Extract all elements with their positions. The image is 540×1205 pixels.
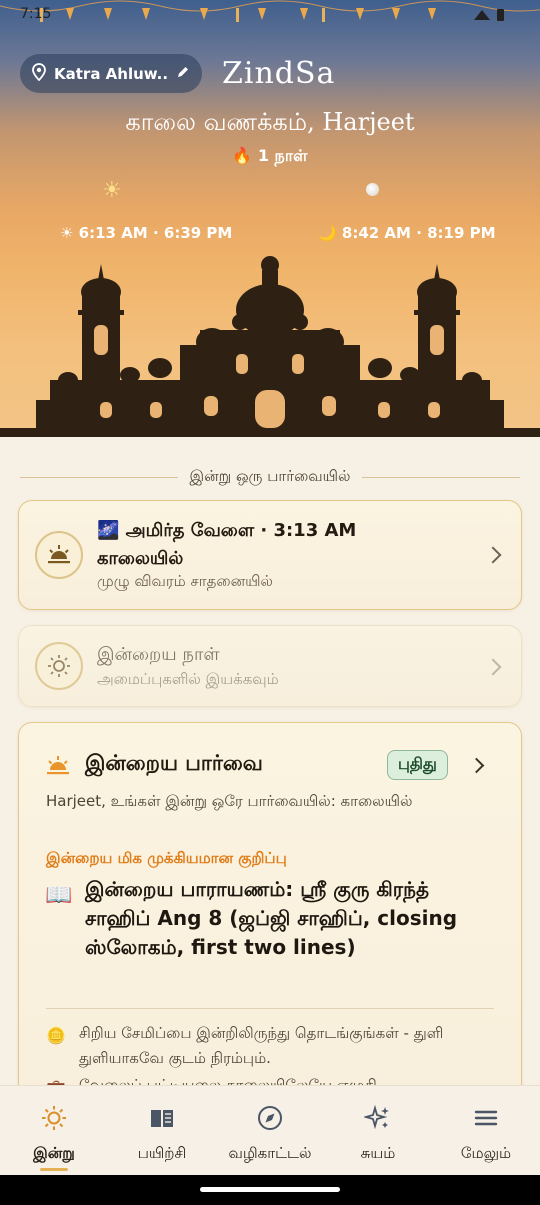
amrit-vela-title: 🌌 அமிர்த வேளை · 3:13 AM காலையில்: [97, 520, 357, 569]
nav-label: பயிற்சி: [137, 1144, 187, 1162]
settings-sun-icon: [35, 642, 83, 690]
section-heading-text: இன்று ஒரு பார்வையில்: [189, 467, 351, 485]
home-handle[interactable]: [200, 1187, 340, 1192]
bottom-navigation: இன்று பயிற்சி வழிகாட்டல் சுயம் மேலும்: [0, 1085, 540, 1175]
battery-icon: [472, 8, 506, 26]
coin-icon: 🪙: [46, 1026, 66, 1045]
sunrise-sunset-times: ☀ 6:13 AM · 6:39 PM: [60, 224, 233, 242]
sun-icon: ☀: [102, 178, 122, 203]
amrit-vela-card[interactable]: 🌌 அமிர்த வேளை · 3:13 AM காலையில் முழு வி…: [18, 500, 522, 610]
nav-item-guidance[interactable]: வழிகாட்டல்: [216, 1086, 324, 1176]
divider: [20, 476, 178, 478]
moonrise-moonset-times: 🌙 8:42 AM · 8:19 PM: [318, 224, 496, 242]
nav-item-more[interactable]: மேலும்: [432, 1086, 540, 1176]
today-overview-card[interactable]: இன்றைய பார்வை புதிது Harjeet, உங்கள் இன்…: [18, 722, 522, 1122]
nav-label: இன்று: [33, 1144, 75, 1162]
highlight-text: இன்றைய பாராயணம்: ஸ்ரீ குரு கிரந்த் சாஹிப…: [85, 877, 458, 959]
highlight-label: இன்றைய மிக முக்கியமான குறிப்பு: [46, 849, 287, 867]
nav-label: வழிகாட்டல்: [228, 1144, 312, 1162]
nav-item-practice[interactable]: பயிற்சி: [108, 1086, 216, 1176]
gesture-bar: [0, 1175, 540, 1205]
overview-intro: Harjeet, உங்கள் இன்று ஒரே பார்வையில்: கா…: [46, 792, 413, 810]
chevron-right-icon[interactable]: [468, 757, 485, 774]
nav-item-today[interactable]: இன்று: [0, 1086, 108, 1176]
divider: [46, 1008, 494, 1009]
location-pin-icon: [32, 62, 46, 85]
active-indicator: [40, 1168, 68, 1171]
palace-silhouette: [0, 256, 540, 437]
sunrise-icon: [45, 755, 71, 781]
greeting-text: காலை வணக்கம், Harjeet: [125, 108, 415, 136]
nav-label: மேலும்: [460, 1144, 512, 1162]
today-day-title: இன்றைய நாள்: [97, 644, 220, 665]
location-name: Katra Ahluw...: [54, 64, 168, 83]
chevron-right-icon: [484, 658, 502, 676]
compass-icon: [256, 1104, 284, 1132]
status-time: 7:15: [20, 6, 52, 22]
new-badge: புதிது: [387, 750, 448, 780]
nav-label: சுயம்: [360, 1144, 396, 1162]
today-day-card[interactable]: இன்றைய நாள் அமைப்புகளில் இயக்கவும்: [18, 625, 522, 707]
nav-item-self[interactable]: சுயம்: [324, 1086, 432, 1176]
app-brand: ZindSa: [222, 56, 336, 91]
chevron-right-icon: [484, 546, 502, 564]
tip-item: 🪙 சிறிய சேமிப்பை இன்றிலிருந்து தொடங்குங்…: [46, 1021, 496, 1071]
sunrise-icon: [35, 531, 83, 579]
streak-counter: 🔥 1 நாள்: [232, 146, 308, 165]
overview-title: இன்றைய பார்வை: [85, 751, 263, 775]
book-open-icon: [148, 1104, 176, 1132]
location-selector[interactable]: Katra Ahluw...: [20, 54, 202, 93]
status-bar: 7:15: [20, 6, 520, 26]
today-day-subtitle: அமைப்புகளில் இயக்கவும்: [97, 670, 279, 688]
hero-banner: 7:15 Katra Ahluw... ZindSa காலை வணக்கம்,…: [0, 0, 540, 437]
sun-icon: [40, 1104, 68, 1132]
sparkles-icon: [362, 1104, 392, 1132]
tip-text: சிறிய சேமிப்பை இன்றிலிருந்து தொடங்குங்கள…: [79, 1024, 444, 1067]
book-icon: 📖: [45, 883, 73, 908]
section-heading: இன்று ஒரு பார்வையில்: [20, 465, 521, 489]
amrit-vela-subtitle: முழு விவரம் சாதனையில்: [97, 572, 273, 590]
menu-icon: [472, 1104, 500, 1132]
divider: [362, 476, 521, 478]
edit-pencil-icon[interactable]: [176, 65, 190, 83]
moon-icon: [366, 183, 379, 196]
